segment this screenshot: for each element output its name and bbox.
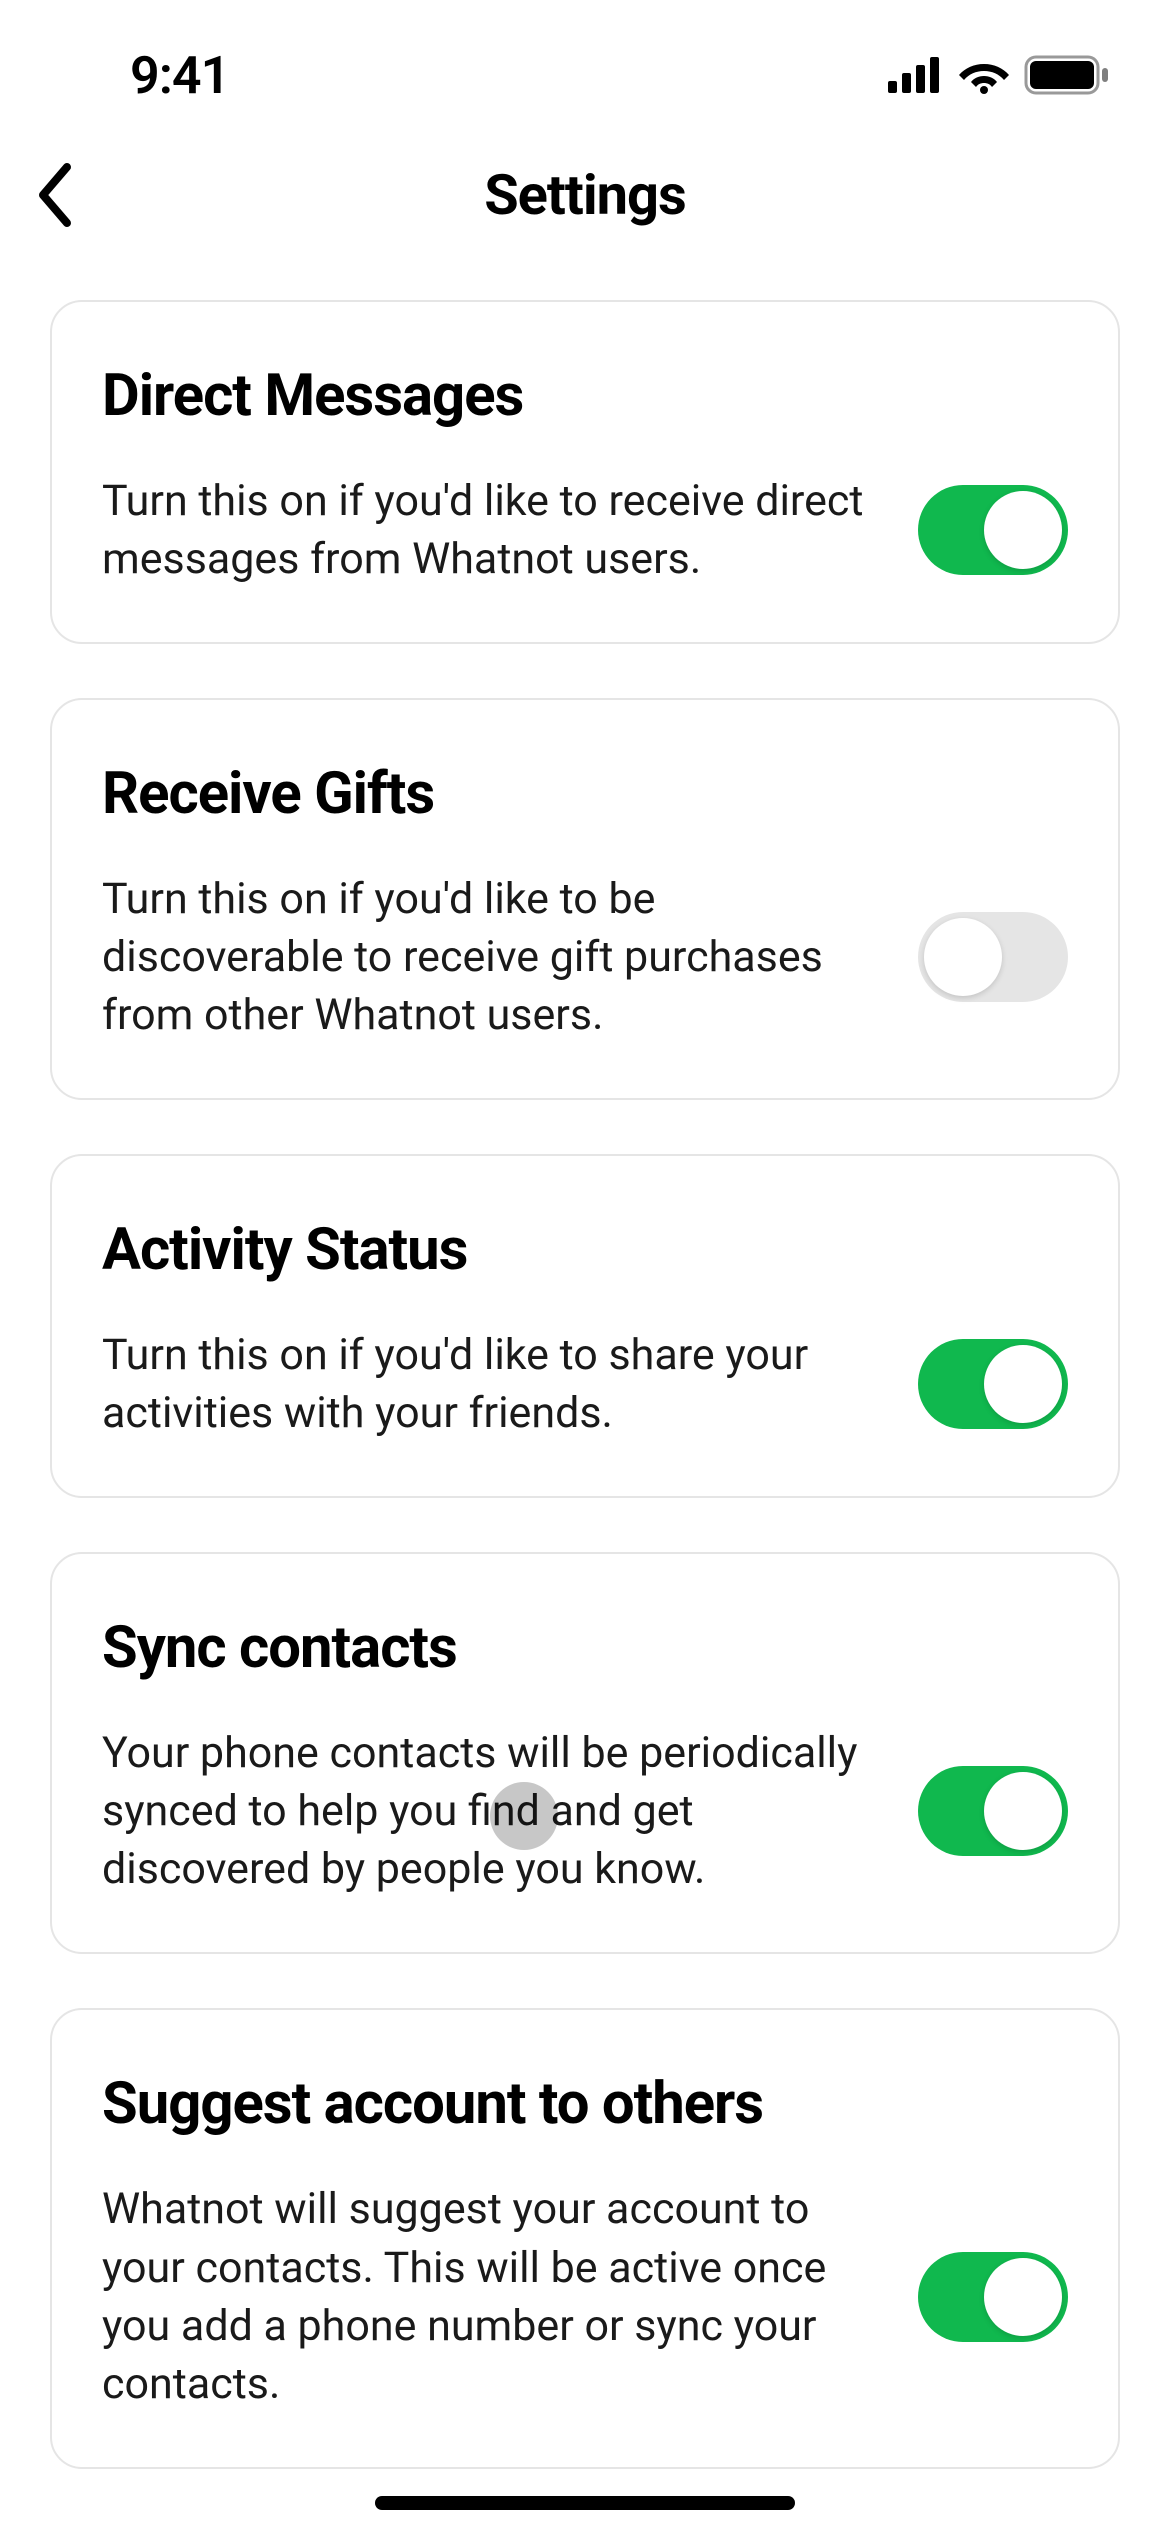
back-button[interactable] [20, 160, 90, 230]
status-time: 9:41 [130, 45, 229, 106]
battery-icon [1024, 55, 1110, 95]
card-row: Your phone contacts will be periodically… [102, 1724, 1068, 1898]
card-title: Direct Messages [102, 362, 1068, 430]
card-row: Turn this on if you'd like to receive di… [102, 472, 1068, 588]
toggle-direct-messages[interactable] [918, 485, 1068, 575]
toggle-knob [984, 491, 1062, 569]
card-title: Receive Gifts [102, 760, 1068, 828]
toggle-knob [984, 1772, 1062, 1850]
nav-bar: Settings [0, 130, 1170, 260]
card-description: Your phone contacts will be periodically… [102, 1724, 878, 1898]
settings-card-direct-messages: Direct Messages Turn this on if you'd li… [50, 300, 1120, 644]
card-description: Whatnot will suggest your account to you… [102, 2180, 878, 2412]
settings-card-activity-status: Activity Status Turn this on if you'd li… [50, 1154, 1120, 1498]
toggle-knob [984, 2258, 1062, 2336]
toggle-sync-contacts[interactable] [918, 1766, 1068, 1856]
status-icons [888, 55, 1110, 95]
card-row: Whatnot will suggest your account to you… [102, 2180, 1068, 2412]
toggle-receive-gifts[interactable] [918, 912, 1068, 1002]
card-title: Sync contacts [102, 1614, 1068, 1682]
card-row: Turn this on if you'd like to be discove… [102, 870, 1068, 1044]
home-indicator[interactable] [375, 2496, 795, 2510]
settings-card-suggest-account: Suggest account to others Whatnot will s… [50, 2008, 1120, 2468]
toggle-activity-status[interactable] [918, 1339, 1068, 1429]
card-row: Turn this on if you'd like to share your… [102, 1326, 1068, 1442]
toggle-knob [924, 918, 1002, 996]
card-title: Suggest account to others [102, 2070, 1068, 2138]
settings-card-receive-gifts: Receive Gifts Turn this on if you'd like… [50, 698, 1120, 1100]
toggle-suggest-account[interactable] [918, 2252, 1068, 2342]
chevron-left-icon [33, 159, 77, 231]
page-title: Settings [484, 162, 686, 228]
card-title: Activity Status [102, 1216, 1068, 1284]
settings-card-sync-contacts: Sync contacts Your phone contacts will b… [50, 1552, 1120, 1954]
cellular-signal-icon [888, 57, 944, 93]
card-description: Turn this on if you'd like to share your… [102, 1326, 878, 1442]
wifi-icon [958, 56, 1010, 94]
toggle-knob [984, 1345, 1062, 1423]
settings-content: Direct Messages Turn this on if you'd li… [0, 260, 1170, 2469]
card-description: Turn this on if you'd like to be discove… [102, 870, 878, 1044]
status-bar: 9:41 [0, 0, 1170, 130]
card-description: Turn this on if you'd like to receive di… [102, 472, 878, 588]
